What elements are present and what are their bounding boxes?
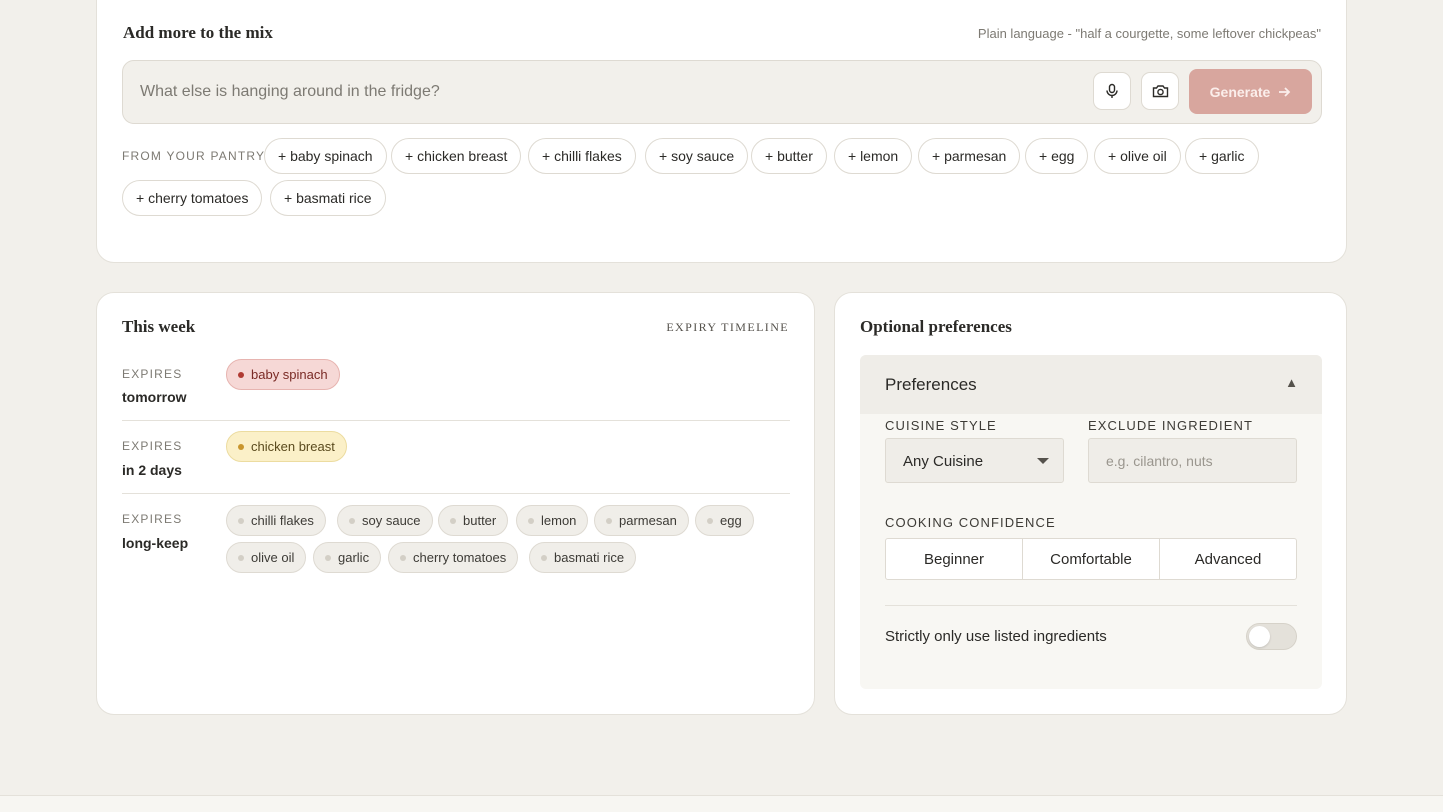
expiry-tag[interactable]: basmati rice	[529, 542, 637, 573]
generate-label: Generate	[1209, 83, 1271, 100]
expiry-tag[interactable]: chicken breast	[226, 431, 347, 462]
expiry-tag-label: basmati rice	[554, 550, 625, 565]
generate-button[interactable]: Generate	[1189, 69, 1312, 114]
strict-toggle[interactable]	[1246, 623, 1297, 650]
urgency-dot	[238, 554, 244, 561]
expiry-tag[interactable]: baby spinach	[226, 359, 340, 390]
expiry-tag-label: cherry tomatoes	[413, 550, 507, 565]
expiry-group-tomorrow: EXPIRES tomorrow baby spinach	[122, 350, 790, 420]
cuisine-value: Any Cuisine	[903, 453, 984, 470]
exclude-ingredient-input[interactable]: e.g. cilantro, nuts	[1088, 438, 1297, 483]
pantry-chip[interactable]: + basmati rice	[270, 180, 386, 216]
footer-bar	[0, 795, 1443, 812]
expiry-tag[interactable]: cherry tomatoes	[388, 542, 519, 573]
microphone-button[interactable]	[1093, 72, 1131, 110]
urgency-dot	[707, 517, 713, 524]
confidence-advanced[interactable]: Advanced	[1159, 539, 1296, 579]
divider	[885, 605, 1297, 606]
pantry-chip[interactable]: + lemon	[834, 138, 913, 174]
pantry-chip[interactable]: + parmesan	[918, 138, 1021, 174]
urgency-dot	[400, 554, 406, 561]
expiry-group-long-keep: EXPIRES long-keep chilli flakes soy sauc…	[122, 493, 790, 583]
expires-when: in 2 days	[122, 462, 182, 478]
caret-up-icon: ▲	[1285, 375, 1298, 390]
preferences-card: Optional preferences Preferences ▲ CUISI…	[834, 292, 1347, 715]
camera-icon	[1152, 85, 1168, 98]
cuisine-select[interactable]: Any Cuisine	[885, 438, 1064, 483]
pantry-chip[interactable]: + soy sauce	[645, 138, 749, 174]
pantry-chip[interactable]: + cherry tomatoes	[122, 180, 263, 216]
arrow-right-icon	[1279, 86, 1291, 97]
cuisine-label: CUISINE STYLE	[885, 418, 997, 433]
urgency-dot	[238, 517, 244, 524]
urgency-dot	[528, 517, 534, 524]
camera-button[interactable]	[1141, 72, 1179, 110]
expiry-tag[interactable]: chilli flakes	[226, 505, 326, 536]
pantry-chip[interactable]: + olive oil	[1094, 138, 1181, 174]
expires-when: tomorrow	[122, 389, 187, 405]
expiry-tag-label: chilli flakes	[251, 513, 314, 528]
expires-when: long-keep	[122, 535, 189, 551]
preferences-panel: Preferences ▲ CUISINE STYLE Any Cuisine …	[860, 355, 1322, 689]
expiry-tag-label: egg	[720, 513, 742, 528]
expires-label: EXPIRES	[122, 512, 183, 526]
expiry-tag[interactable]: garlic	[313, 542, 382, 573]
urgency-dot	[606, 517, 612, 524]
mix-title: Add more to the mix	[123, 23, 273, 42]
expiry-timeline-label: EXPIRY TIMELINE	[666, 320, 789, 334]
expiry-tag[interactable]: parmesan	[594, 505, 689, 536]
fridge-input[interactable]: What else is hanging around in the fridg…	[122, 60, 1322, 124]
expiry-tag[interactable]: butter	[438, 505, 509, 536]
preferences-panel-title: Preferences	[885, 375, 977, 394]
expiry-tag-label: parmesan	[619, 513, 677, 528]
confidence-beginner[interactable]: Beginner	[886, 539, 1022, 579]
urgency-dot	[238, 371, 244, 378]
input-hint: Plain language - "half a courgette, some…	[977, 26, 1321, 41]
expiry-group-2-days: EXPIRES in 2 days chicken breast	[122, 420, 790, 493]
expiry-tag-label: olive oil	[251, 550, 295, 565]
expiry-tag-label: butter	[463, 513, 497, 528]
expiry-tag[interactable]: egg	[695, 505, 754, 536]
urgency-dot	[349, 517, 355, 524]
week-title: This week	[122, 317, 196, 336]
strict-label: Strictly only use listed ingredients	[885, 628, 1107, 645]
pantry-chip[interactable]: + butter	[751, 138, 827, 174]
pantry-chip[interactable]: + chicken breast	[391, 138, 522, 174]
toggle-knob	[1249, 626, 1270, 647]
expiry-tag[interactable]: olive oil	[226, 542, 307, 573]
confidence-label: COOKING CONFIDENCE	[885, 515, 1056, 530]
expiry-tag-label: garlic	[338, 550, 370, 565]
microphone-icon	[1106, 83, 1118, 98]
expiry-tag-label: lemon	[541, 513, 577, 528]
urgency-dot	[450, 517, 456, 524]
pantry-chip[interactable]: + garlic	[1185, 138, 1259, 174]
pantry-chip[interactable]: + baby spinach	[264, 138, 387, 174]
confidence-comfortable[interactable]: Comfortable	[1022, 539, 1159, 579]
pantry-label: FROM YOUR PANTRY	[122, 149, 266, 163]
chevron-down-icon	[1037, 458, 1049, 464]
urgency-dot	[238, 443, 244, 450]
expiry-card: This week EXPIRY TIMELINE EXPIRES tomorr…	[96, 292, 815, 715]
preferences-accordion-header[interactable]: Preferences ▲	[860, 355, 1322, 414]
add-ingredients-card: Add more to the mix Plain language - "ha…	[96, 0, 1347, 263]
urgency-dot	[541, 554, 547, 561]
expiry-tag-label: baby spinach	[251, 367, 328, 382]
expires-label: EXPIRES	[122, 439, 183, 453]
expiry-tag-label: chicken breast	[251, 439, 335, 454]
fridge-input-placeholder: What else is hanging around in the fridg…	[140, 83, 440, 100]
expiry-tag[interactable]: lemon	[516, 505, 589, 536]
urgency-dot	[325, 554, 331, 561]
exclude-label: EXCLUDE INGREDIENT	[1088, 418, 1253, 433]
expiry-tag[interactable]: soy sauce	[337, 505, 433, 536]
preferences-title: Optional preferences	[860, 317, 1012, 336]
pantry-chip[interactable]: + egg	[1025, 138, 1089, 174]
pantry-chip[interactable]: + chilli flakes	[528, 138, 636, 174]
expires-label: EXPIRES	[122, 367, 183, 381]
expiry-tag-label: soy sauce	[362, 513, 421, 528]
exclude-placeholder: e.g. cilantro, nuts	[1106, 453, 1213, 469]
confidence-segmented-control: Beginner Comfortable Advanced	[885, 538, 1297, 580]
